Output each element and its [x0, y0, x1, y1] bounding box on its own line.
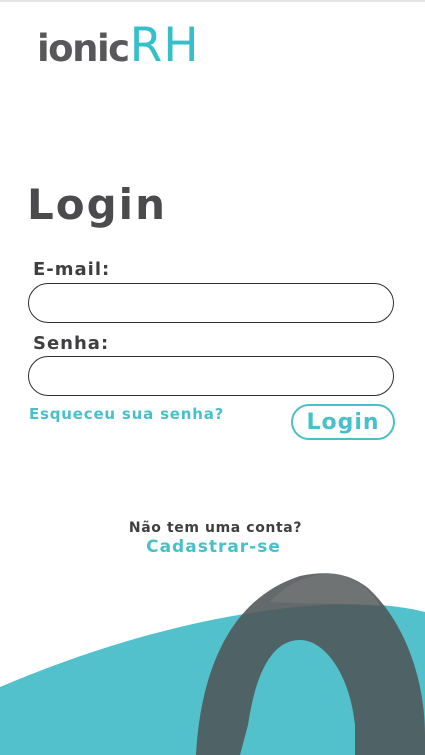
password-label: Senha: [33, 333, 110, 354]
login-button[interactable]: Login [291, 404, 395, 440]
signup-prompt: Não tem uma conta? Cadastrar-se [0, 520, 425, 557]
forgot-password-link[interactable]: Esqueceu sua senha? [29, 405, 224, 423]
arch-top-sheen [270, 574, 380, 606]
email-label: E-mail: [33, 259, 111, 280]
logo-text-ionic: ionic [37, 27, 130, 70]
password-field[interactable] [28, 356, 394, 396]
signup-question: Não tem uma conta? [128, 520, 303, 536]
logo-text-rh: RH [129, 18, 200, 73]
decorative-wave-illustration [0, 573, 425, 755]
email-field[interactable] [28, 283, 394, 323]
login-screen: ionic RH Login E-mail: Senha: Esqueceu s… [0, 0, 425, 755]
top-divider [0, 0, 425, 2]
app-logo: ionic RH [37, 18, 200, 73]
signup-link[interactable]: Cadastrar-se [146, 537, 281, 557]
page-title: Login [27, 180, 167, 229]
